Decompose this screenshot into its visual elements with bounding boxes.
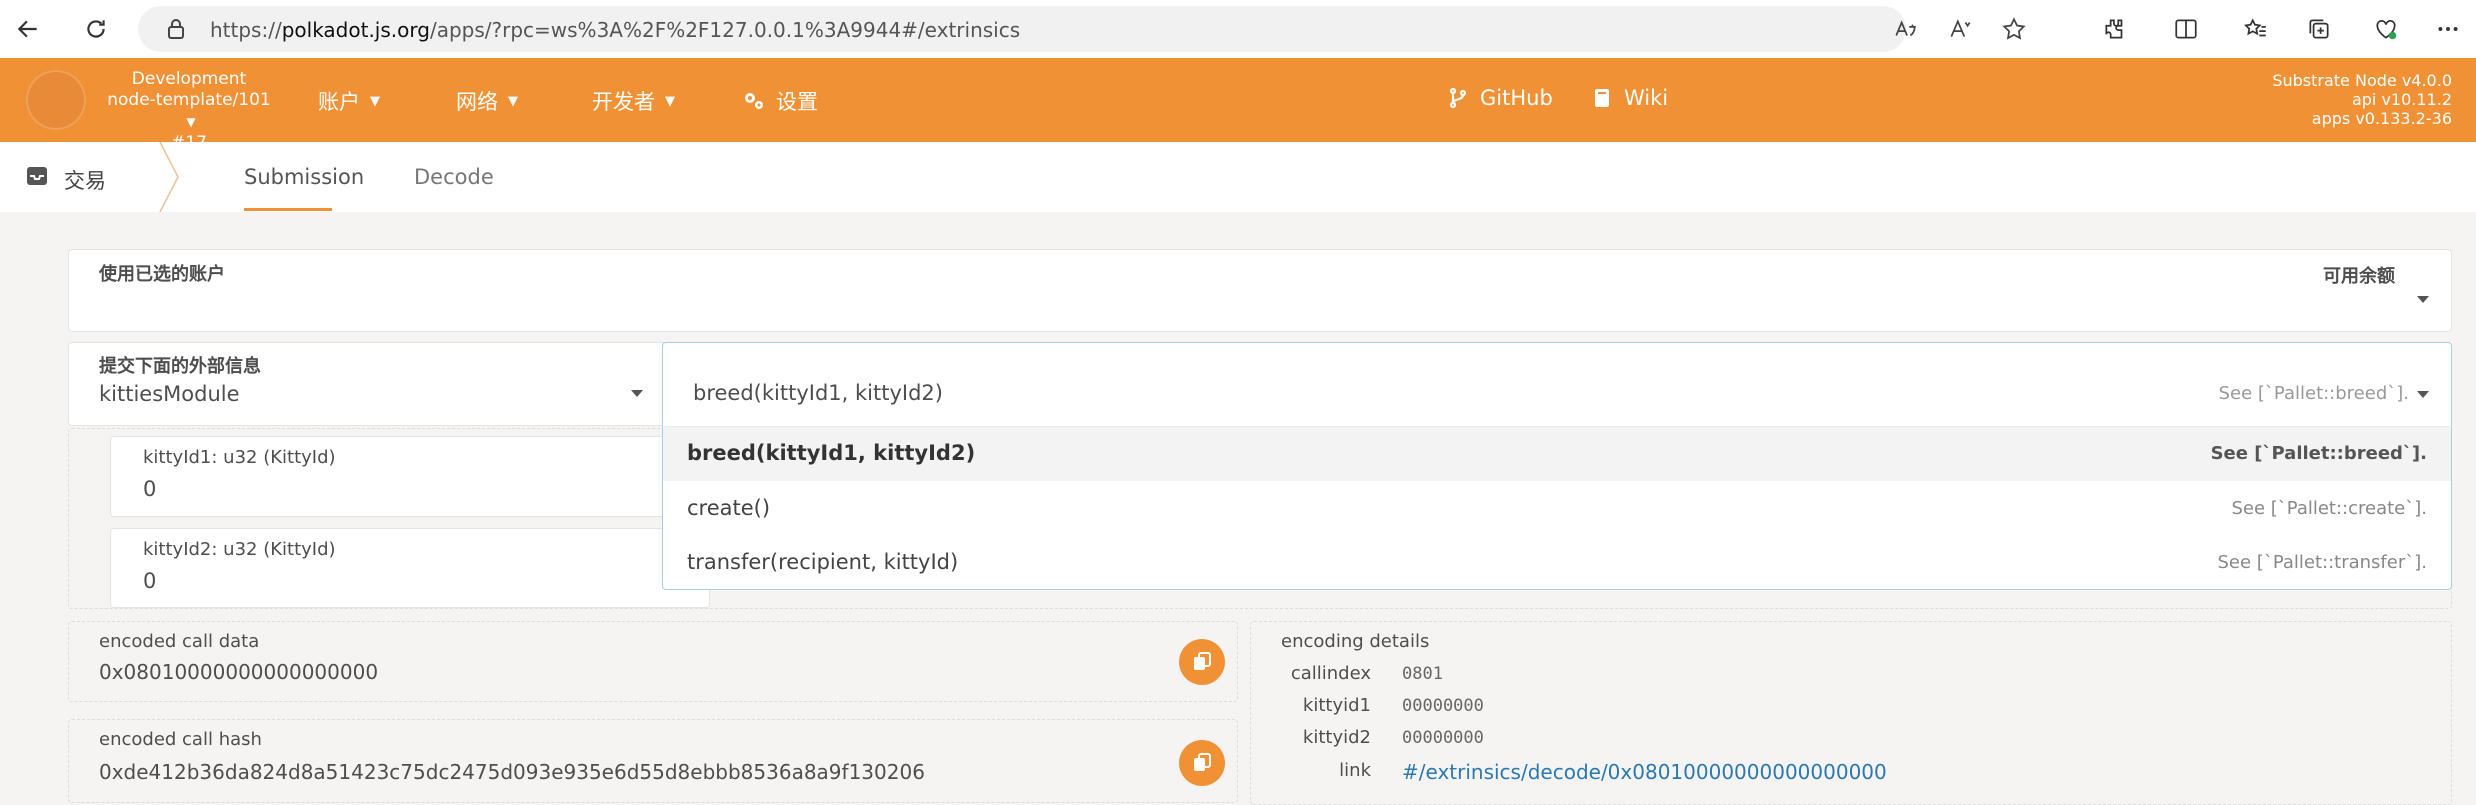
option-name: create() [687, 496, 771, 520]
menu-network-label: 网络 [456, 90, 498, 114]
option-name: transfer(recipient, kittyId) [687, 550, 959, 574]
text-size-icon[interactable] [1944, 13, 1976, 45]
decode-link[interactable]: #/extrinsics/decode/0x080100000000000000… [1402, 760, 1887, 784]
apps-version: apps v0.133.2-36 [2311, 109, 2452, 128]
favorite-star-icon[interactable] [1998, 13, 2030, 45]
browser-essentials-icon[interactable] [2370, 13, 2402, 45]
chevron-down-icon [2417, 391, 2429, 398]
encoding-key: kittyid1 [1302, 695, 1371, 716]
back-arrow-icon[interactable] [12, 13, 44, 45]
menu-developer-label: 开发者 [592, 90, 655, 114]
menu-developer[interactable]: 开发者 ▼ [592, 86, 675, 116]
encoding-value: 00000000 [1402, 728, 1484, 748]
copy-button[interactable] [1179, 639, 1225, 685]
param-kittyid2[interactable]: kittyId2: u32 (KittyId) 0 [110, 528, 710, 608]
link-wiki-label: Wiki [1624, 86, 1669, 110]
refresh-icon[interactable] [80, 13, 112, 45]
menu-settings-label: 设置 [776, 90, 818, 114]
node-info: Substrate Node v4.0.0 api v10.11.2 apps … [2272, 71, 2452, 128]
code-branch-icon [1446, 86, 1470, 110]
node-version: Substrate Node v4.0.0 [2272, 71, 2452, 90]
param-value: 0 [143, 569, 157, 593]
chain-logo [26, 70, 86, 130]
url-text: https://polkadot.js.org/apps/?rpc=ws%3A%… [210, 18, 1021, 42]
copy-icon [1194, 652, 1211, 670]
menu-settings[interactable]: 设置 [742, 86, 818, 116]
account-label: 使用已选的账户 [99, 264, 225, 285]
collections-icon[interactable] [2303, 13, 2335, 45]
chevron-down-icon [631, 390, 643, 397]
extrinsic-label: 提交下面的外部信息 [99, 356, 261, 377]
more-menu-icon[interactable] [2432, 13, 2464, 45]
encoding-details-label: encoding details [1281, 631, 1430, 652]
encoded-call-hash: encoded call hash 0xde412b36da824d8a5142… [68, 719, 1238, 803]
favorites-list-icon[interactable] [2240, 13, 2272, 45]
encoded-call-hash-value: 0xde412b36da824d8a51423c75dc2475d093e935… [99, 760, 925, 784]
chevron-down-icon [2417, 296, 2429, 303]
encoding-key: kittyid2 [1302, 727, 1371, 748]
link-wiki[interactable]: Wiki [1590, 86, 1668, 110]
encoding-value: 0801 [1402, 664, 1443, 684]
encoding-key: callindex [1290, 663, 1371, 684]
method-dropdown-menu: breed(kittyId1, kittyId2) See [`Pallet::… [662, 426, 2452, 590]
chain-node: node-template/101 [107, 90, 271, 110]
encoded-call-data: encoded call data 0x08010000000000000000 [68, 621, 1238, 702]
menu-accounts[interactable]: 账户 ▼ [318, 86, 380, 116]
dropdown-option[interactable]: transfer(recipient, kittyId) See [`Palle… [663, 536, 2451, 590]
param-value: 0 [143, 477, 157, 501]
copy-button[interactable] [1179, 740, 1225, 786]
param-kittyid1[interactable]: kittyId1: u32 (KittyId) 0 [110, 436, 710, 517]
chevron-down-icon: ▼ [186, 115, 196, 129]
option-hint: See [`Pallet::transfer`]. [2217, 552, 2428, 573]
chevron-down-icon: ▼ [508, 93, 518, 109]
dropdown-option[interactable]: create() See [`Pallet::create`]. [663, 482, 2451, 536]
tab-decode[interactable]: Decode [414, 165, 494, 189]
breadcrumb-separator [159, 142, 179, 212]
method-hint: See [`Pallet::breed`]. [2218, 383, 2409, 404]
menu-network[interactable]: 网络 ▼ [456, 86, 518, 116]
chevron-down-icon: ▼ [665, 93, 675, 109]
param-label: kittyId1: u32 (KittyId) [143, 447, 336, 468]
active-tab-indicator [244, 208, 332, 211]
module-select[interactable]: 提交下面的外部信息 kittiesModule [68, 342, 664, 426]
read-aloud-icon[interactable] [1890, 13, 1922, 45]
option-hint: See [`Pallet::create`]. [2231, 498, 2427, 519]
encoded-call-data-label: encoded call data [99, 631, 260, 652]
extensions-icon[interactable] [2099, 13, 2131, 45]
split-screen-icon[interactable] [2170, 13, 2202, 45]
section-title: 交易 [64, 169, 106, 193]
param-label: kittyId2: u32 (KittyId) [143, 539, 336, 560]
encoding-key: link [1339, 760, 1371, 781]
encoding-value: 00000000 [1402, 696, 1484, 716]
lock-icon [168, 19, 184, 39]
option-hint: See [`Pallet::breed`]. [2210, 443, 2427, 464]
address-bar[interactable]: https://polkadot.js.org/apps/?rpc=ws%3A%… [138, 6, 2026, 52]
account-selector[interactable]: 使用已选的账户 可用余额 [68, 249, 2452, 332]
tabs-bar: 交易 Submission Decode [0, 142, 2476, 212]
link-github[interactable]: GitHub [1446, 86, 1553, 110]
browser-toolbar: https://polkadot.js.org/apps/?rpc=ws%3A%… [0, 0, 2476, 58]
api-version: api v10.11.2 [2351, 90, 2452, 109]
dropdown-option[interactable]: breed(kittyId1, kittyId2) See [`Pallet::… [663, 427, 2451, 481]
balance-label: 可用余额 [2323, 266, 2395, 287]
link-github-label: GitHub [1480, 86, 1553, 110]
copy-icon [1194, 753, 1211, 771]
option-name: breed(kittyId1, kittyId2) [687, 441, 976, 465]
inbox-icon [27, 167, 47, 185]
method-value: breed(kittyId1, kittyId2) [693, 381, 943, 405]
encoding-details: encoding details callindex 0801 kittyid1… [1250, 621, 2452, 805]
tab-submission[interactable]: Submission [244, 165, 364, 189]
encoded-call-hash-label: encoded call hash [99, 729, 262, 750]
menu-accounts-label: 账户 [318, 90, 360, 114]
chain-name: Development [131, 69, 247, 89]
app-header: Development node-template/101▼ #17 账户 ▼ … [0, 58, 2476, 153]
encoded-call-data-value: 0x08010000000000000000 [99, 660, 379, 684]
method-select[interactable]: breed(kittyId1, kittyId2) See [`Pallet::… [662, 342, 2452, 426]
book-icon [1590, 86, 1614, 110]
gears-icon [742, 89, 766, 113]
module-value: kittiesModule [99, 382, 240, 406]
chevron-down-icon: ▼ [370, 93, 380, 109]
